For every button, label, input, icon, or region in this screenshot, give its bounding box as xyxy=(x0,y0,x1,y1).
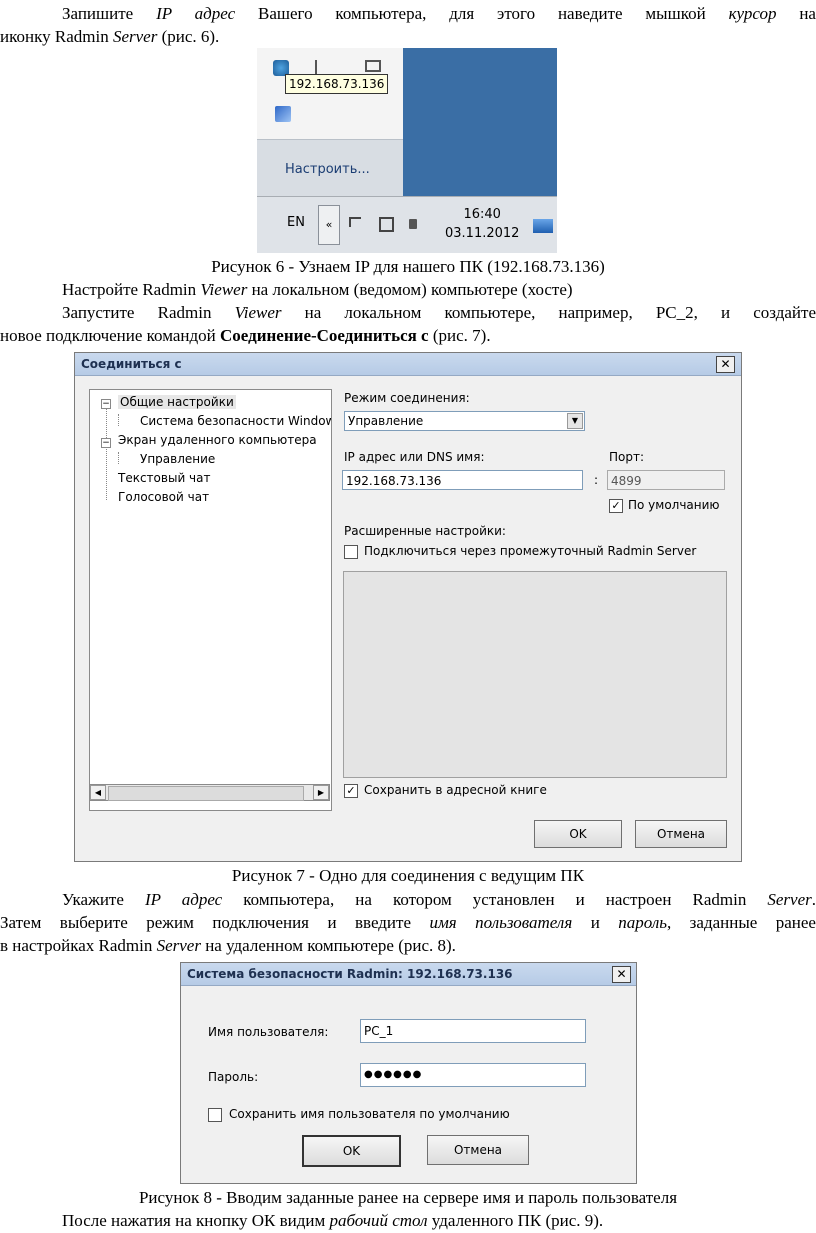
clock-date: 03.11.2012 xyxy=(445,226,520,241)
collapse-icon[interactable]: − xyxy=(101,399,111,409)
mode-label: Режим соединения: xyxy=(344,391,470,405)
language-indicator[interactable]: EN xyxy=(287,215,305,230)
scroll-left-arrow-icon[interactable]: ◀ xyxy=(90,785,106,800)
tree-item-voice-chat[interactable]: Голосовой чат xyxy=(118,490,209,504)
figure-7-caption: Рисунок 7 - Одно для соединения с ведущи… xyxy=(231,866,585,885)
save-to-addressbook-checkbox[interactable]: ✓ xyxy=(344,784,358,798)
ok-button[interactable]: OK xyxy=(302,1135,401,1167)
security-dialog-title: Система безопасности Radmin: 192.168.73.… xyxy=(187,967,513,981)
paragraph-4-line-1: Укажите IP адрес компьютера, на котором … xyxy=(62,890,816,909)
radmin-icon[interactable] xyxy=(275,106,291,122)
paragraph-1-line-1: Запишите IP адрес Вашего компьютера, для… xyxy=(62,4,816,23)
ip-tooltip: 192.168.73.136 xyxy=(285,74,389,94)
default-port-checkbox[interactable]: ✓ xyxy=(609,499,623,513)
cancel-button[interactable]: Отмена xyxy=(635,820,727,848)
taskbar: EN « 16:40 03.11.2012 xyxy=(257,196,557,253)
paragraph-3-line-2: новое подключение командой Соединение-Со… xyxy=(0,326,491,345)
paragraph-4-line-3: в настройках Radmin Server на удаленном … xyxy=(0,936,456,955)
connect-dialog-title: Соединиться с xyxy=(81,357,182,371)
show-hidden-icons-button[interactable]: « xyxy=(318,205,340,245)
tree-item-text-chat[interactable]: Текстовый чат xyxy=(118,471,210,485)
password-label: Пароль: xyxy=(208,1070,259,1084)
collapse-icon[interactable]: − xyxy=(101,438,111,448)
figure-6-tray-screenshot: 192.168.73.136 Настроить... EN « 16:40 0… xyxy=(257,48,557,253)
connect-dialog-titlebar: Соединиться с ✕ xyxy=(75,353,741,376)
tree-item-windows-security[interactable]: Система безопасности Window xyxy=(140,414,331,428)
tree-item-general[interactable]: Общие настройки xyxy=(118,395,236,409)
port-separator: : xyxy=(594,473,599,487)
volume-icon[interactable] xyxy=(409,219,417,229)
username-input[interactable]: PC_1 xyxy=(360,1019,586,1043)
default-port-label: По умолчанию xyxy=(628,498,720,512)
cancel-button[interactable]: Отмена xyxy=(427,1135,529,1165)
security-dialog-titlebar: Система безопасности Radmin: 192.168.73.… xyxy=(181,963,636,986)
customize-link[interactable]: Настроить... xyxy=(257,139,403,197)
paragraph-3-line-1: Запустите Radmin Viewer на локальном ком… xyxy=(62,303,816,322)
tree-item-control[interactable]: Управление xyxy=(140,452,215,466)
intermediate-server-checkbox[interactable] xyxy=(344,545,358,559)
show-desktop-icon[interactable] xyxy=(533,219,553,233)
intermediate-server-label: Подключиться через промежуточный Radmin … xyxy=(364,544,697,558)
scrollbar-thumb[interactable] xyxy=(108,786,304,801)
figure-8-caption: Рисунок 8 - Вводим заданные ранее на сер… xyxy=(138,1188,678,1207)
close-icon[interactable]: ✕ xyxy=(716,356,735,373)
save-to-addressbook-label: Сохранить в адресной книге xyxy=(364,783,547,797)
mode-select-value: Управление xyxy=(348,414,424,428)
ip-input[interactable]: 192.168.73.136 xyxy=(342,470,583,490)
radmin-security-dialog: Система безопасности Radmin: 192.168.73.… xyxy=(180,962,637,1184)
paragraph-2: Настройте Radmin Viewer на локальном (ве… xyxy=(62,280,573,299)
ok-button[interactable]: OK xyxy=(534,820,622,848)
figure-6-caption: Рисунок 6 - Узнаем IP для нашего ПК (192… xyxy=(211,257,605,276)
settings-tree: − Общие настройки Система безопасности W… xyxy=(89,389,332,811)
network-tray-icon[interactable] xyxy=(379,217,394,232)
advanced-label: Расширенные настройки: xyxy=(344,524,506,538)
port-input[interactable]: 4899 xyxy=(607,470,725,490)
connect-dialog: Соединиться с ✕ − Общие настройки Систем… xyxy=(74,352,742,862)
remember-username-label: Сохранить имя пользователя по умолчанию xyxy=(229,1107,510,1121)
remember-username-checkbox[interactable] xyxy=(208,1108,222,1122)
tree-item-remote-screen[interactable]: Экран удаленного компьютера xyxy=(118,433,317,447)
paragraph-1-line-2: иконку Radmin Server (рис. 6). xyxy=(0,27,220,46)
clock-time: 16:40 xyxy=(463,207,501,222)
scroll-right-arrow-icon[interactable]: ▶ xyxy=(313,785,329,800)
taskbar-clock[interactable]: 16:40 03.11.2012 xyxy=(445,205,519,243)
paragraph-5: После нажатия на кнопку ОК видим рабочий… xyxy=(62,1211,604,1230)
password-input[interactable]: ●●●●●● xyxy=(360,1063,586,1087)
mode-select[interactable]: Управление ▼ xyxy=(344,411,585,431)
username-label: Имя пользователя: xyxy=(208,1025,329,1039)
close-icon[interactable]: ✕ xyxy=(612,966,631,983)
action-center-flag-icon[interactable] xyxy=(349,217,361,227)
monitor-icon xyxy=(365,60,381,72)
paragraph-4-line-2: Затем выберите режим подключения и введи… xyxy=(0,913,816,932)
chevron-down-icon[interactable]: ▼ xyxy=(567,413,583,429)
ip-label: IP адрес или DNS имя: xyxy=(344,450,485,464)
tray-overflow-panel: 192.168.73.136 xyxy=(257,48,404,139)
tree-horizontal-scrollbar[interactable]: ◀ ▶ xyxy=(89,784,330,801)
desktop-background xyxy=(403,48,557,196)
port-label: Порт: xyxy=(609,450,645,464)
advanced-settings-panel xyxy=(343,571,727,778)
